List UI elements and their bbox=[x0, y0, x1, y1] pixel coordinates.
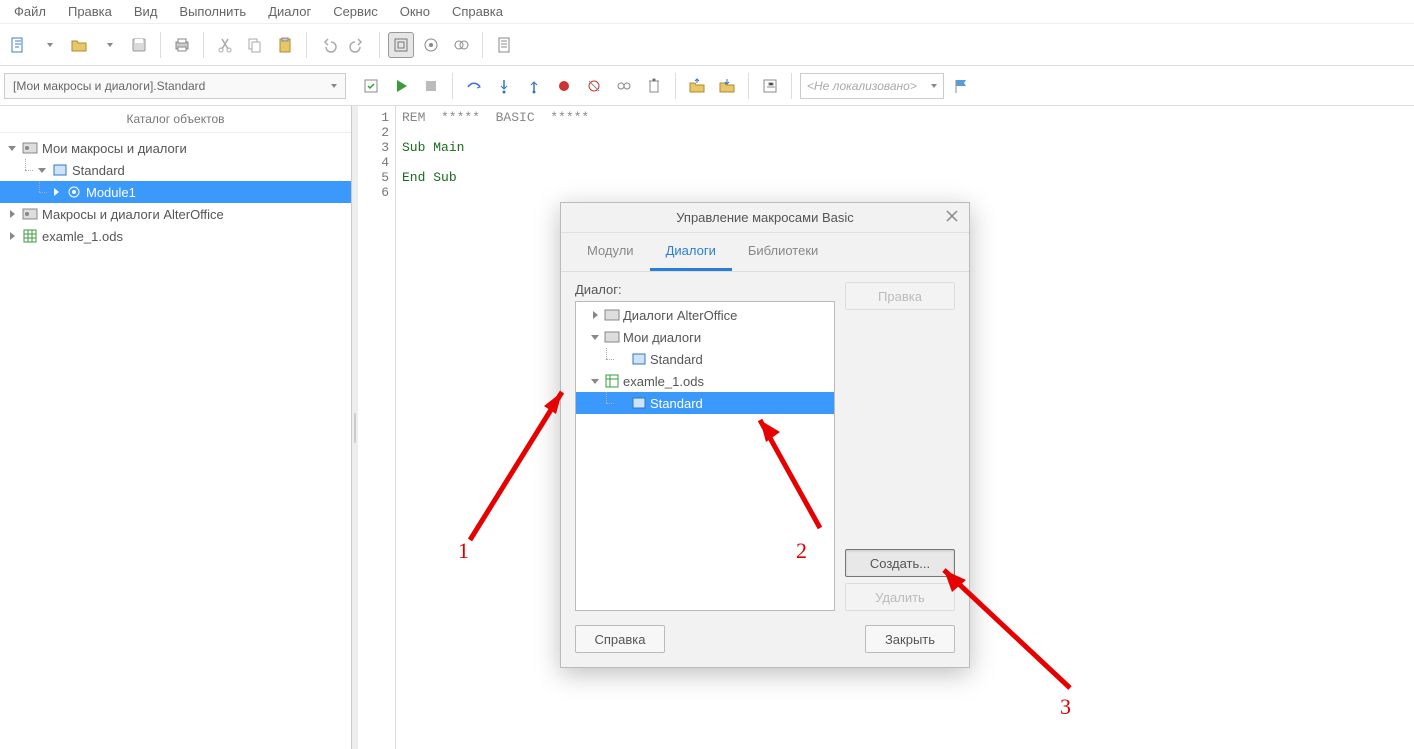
watch-button[interactable] bbox=[611, 73, 637, 99]
step-into-button[interactable] bbox=[491, 73, 517, 99]
tree-example-ods[interactable]: examle_1.ods bbox=[0, 225, 351, 247]
menu-window[interactable]: Окно bbox=[390, 1, 440, 22]
tab-libraries[interactable]: Библиотеки bbox=[732, 233, 834, 271]
line-gutter: 1 2 3 4 5 6 bbox=[358, 106, 396, 749]
menu-view[interactable]: Вид bbox=[124, 1, 168, 22]
import-dialog-button[interactable] bbox=[757, 73, 783, 99]
new-doc-dropdown[interactable] bbox=[36, 32, 62, 58]
menu-help[interactable]: Справка bbox=[442, 1, 513, 22]
macros-manager-dialog: Управление макросами Basic Модули Диалог… bbox=[560, 202, 970, 668]
create-button[interactable]: Создать... bbox=[845, 549, 955, 577]
dialog-tree-label: Диалог: bbox=[575, 282, 835, 297]
tab-modules[interactable]: Модули bbox=[571, 233, 650, 271]
open-button[interactable] bbox=[66, 32, 92, 58]
undo-button[interactable] bbox=[315, 32, 341, 58]
breakpoint-on-button[interactable] bbox=[551, 73, 577, 99]
dialog-tabs: Модули Диалоги Библиотеки bbox=[561, 233, 969, 272]
open-dropdown[interactable] bbox=[96, 32, 122, 58]
dialog-title: Управление макросами Basic bbox=[676, 210, 854, 225]
second-toolbar-row: [Мои макросы и диалоги].Standard <Не лок… bbox=[0, 66, 1414, 106]
library-icon bbox=[631, 351, 647, 367]
menu-edit[interactable]: Правка bbox=[58, 1, 122, 22]
tree-alteroffice-macros[interactable]: Макросы и диалоги AlterOffice bbox=[0, 203, 351, 225]
menu-run[interactable]: Выполнить bbox=[169, 1, 256, 22]
paste-button[interactable] bbox=[272, 32, 298, 58]
tree-module1[interactable]: Module1 bbox=[0, 181, 351, 203]
tree-my-macros[interactable]: Мои макросы и диалоги bbox=[0, 137, 351, 159]
menu-tools[interactable]: Сервис bbox=[323, 1, 388, 22]
object-tree[interactable]: Мои макросы и диалоги Standard Module1 М… bbox=[0, 133, 351, 749]
delete-watch-button[interactable] bbox=[641, 73, 667, 99]
redo-button[interactable] bbox=[345, 32, 371, 58]
object-catalog-sidebar: Каталог объектов Мои макросы и диалоги S… bbox=[0, 106, 352, 749]
tree-label: Module1 bbox=[86, 185, 136, 200]
dlg-tree-alteroffice[interactable]: Диалоги AlterOffice bbox=[576, 304, 834, 326]
library-combo-value: [Мои макросы и диалоги].Standard bbox=[13, 79, 205, 93]
macros-icon bbox=[604, 329, 620, 345]
close-button[interactable]: Закрыть bbox=[865, 625, 955, 653]
tree-label: Мои диалоги bbox=[623, 330, 701, 345]
spreadsheet-icon bbox=[604, 373, 620, 389]
macros-icon bbox=[22, 140, 38, 156]
tab-dialogs[interactable]: Диалоги bbox=[650, 233, 732, 271]
edit-button[interactable]: Правка bbox=[845, 282, 955, 310]
load-source-button[interactable] bbox=[684, 73, 710, 99]
close-icon[interactable] bbox=[945, 209, 961, 225]
flag-icon[interactable] bbox=[948, 73, 974, 99]
new-doc-button[interactable] bbox=[6, 32, 32, 58]
localization-value: <Не локализовано> bbox=[807, 79, 917, 93]
breakpoint-off-button[interactable] bbox=[581, 73, 607, 99]
choose-module-button[interactable] bbox=[448, 32, 474, 58]
main-toolbar-row bbox=[0, 24, 1414, 66]
macros-icon bbox=[604, 307, 620, 323]
copy-button[interactable] bbox=[242, 32, 268, 58]
save-button[interactable] bbox=[126, 32, 152, 58]
sidebar-title: Каталог объектов bbox=[0, 106, 351, 133]
stop-button[interactable] bbox=[418, 73, 444, 99]
tree-label: Мои макросы и диалоги bbox=[42, 141, 187, 156]
tree-standard[interactable]: Standard bbox=[0, 159, 351, 181]
library-icon bbox=[631, 395, 647, 411]
dialog-tree[interactable]: Диалоги AlterOffice Мои диалоги Standard bbox=[575, 301, 835, 611]
print-button[interactable] bbox=[169, 32, 195, 58]
library-combo[interactable]: [Мои макросы и диалоги].Standard bbox=[4, 73, 346, 99]
tree-label: examle_1.ods bbox=[42, 229, 123, 244]
tree-label: Диалоги AlterOffice bbox=[623, 308, 737, 323]
tree-label: examle_1.ods bbox=[623, 374, 704, 389]
localization-combo[interactable]: <Не локализовано> bbox=[800, 73, 944, 99]
menu-file[interactable]: Файл bbox=[4, 1, 56, 22]
doc-props-button[interactable] bbox=[491, 32, 517, 58]
help-button[interactable]: Справка bbox=[575, 625, 665, 653]
tree-label: Standard bbox=[650, 352, 703, 367]
tree-label: Макросы и диалоги AlterOffice bbox=[42, 207, 224, 222]
dlg-tree-my-dialogs[interactable]: Мои диалоги bbox=[576, 326, 834, 348]
menubar: Файл Правка Вид Выполнить Диалог Сервис … bbox=[0, 0, 1414, 24]
run-button[interactable] bbox=[388, 73, 414, 99]
step-over-button[interactable] bbox=[461, 73, 487, 99]
tree-label: Standard bbox=[650, 396, 703, 411]
delete-button[interactable]: Удалить bbox=[845, 583, 955, 611]
menu-dialog[interactable]: Диалог bbox=[258, 1, 321, 22]
cut-button[interactable] bbox=[212, 32, 238, 58]
step-out-button[interactable] bbox=[521, 73, 547, 99]
select-macro-button[interactable] bbox=[418, 32, 444, 58]
dlg-tree-my-std[interactable]: Standard bbox=[576, 348, 834, 370]
spreadsheet-icon bbox=[22, 228, 38, 244]
macros-icon bbox=[22, 206, 38, 222]
tree-label: Standard bbox=[72, 163, 125, 178]
object-catalog-button[interactable] bbox=[388, 32, 414, 58]
dialog-titlebar[interactable]: Управление макросами Basic bbox=[561, 203, 969, 233]
save-source-button[interactable] bbox=[714, 73, 740, 99]
library-icon bbox=[52, 162, 68, 178]
dlg-tree-example-ods[interactable]: examle_1.ods bbox=[576, 370, 834, 392]
module-icon bbox=[66, 184, 82, 200]
compile-button[interactable] bbox=[358, 73, 384, 99]
dlg-tree-example-std[interactable]: Standard bbox=[576, 392, 834, 414]
